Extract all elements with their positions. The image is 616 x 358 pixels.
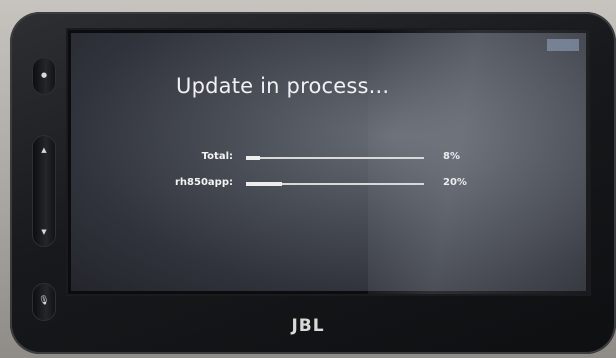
- progress-track: [246, 156, 424, 160]
- progress-fill: [246, 182, 282, 186]
- display-screen: Update in process... Total: 8% rh850app:…: [68, 30, 589, 294]
- progress-label: rh850app:: [175, 177, 233, 188]
- progress-row-total: Total: 8%: [68, 148, 589, 168]
- top-hardware-button[interactable]: ●: [33, 58, 55, 94]
- progress-percent: 8%: [443, 151, 460, 162]
- progress-track: [246, 182, 424, 186]
- voice-button[interactable]: 🎙: [33, 284, 55, 320]
- progress-label: Total:: [201, 151, 233, 162]
- progress-percent: 20%: [443, 177, 467, 188]
- progress-row-rh850app: rh850app: 20%: [68, 174, 589, 194]
- status-indicator: [547, 39, 579, 51]
- dot-icon: ●: [40, 71, 48, 79]
- progress-fill: [246, 156, 261, 160]
- brand-logo: JBL: [291, 316, 325, 336]
- triangle-down-icon[interactable]: ▼: [33, 228, 55, 236]
- microphone-icon: 🎙: [38, 296, 50, 306]
- triangle-up-icon[interactable]: ▲: [33, 146, 55, 154]
- update-title: Update in process...: [176, 74, 390, 98]
- volume-rocker[interactable]: ▲ ▼: [33, 136, 55, 246]
